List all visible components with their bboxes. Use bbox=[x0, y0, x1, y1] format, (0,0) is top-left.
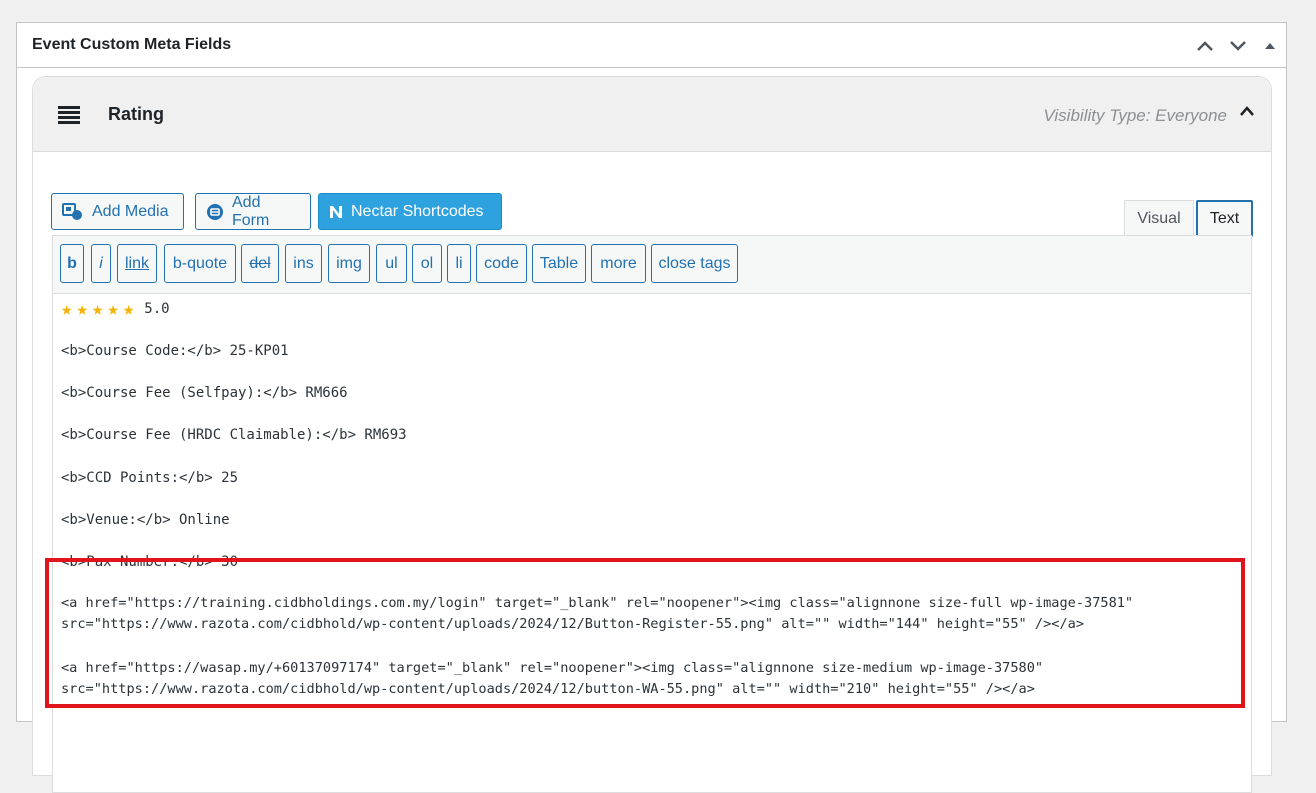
form-icon bbox=[206, 203, 224, 221]
qt-italic-button[interactable]: i bbox=[91, 244, 111, 283]
qt-blockquote-button[interactable]: b-quote bbox=[164, 244, 236, 283]
qt-code-button[interactable]: code bbox=[476, 244, 527, 283]
add-form-label: Add Form bbox=[232, 193, 270, 229]
qt-li-button[interactable]: li bbox=[447, 244, 471, 283]
meta-box-header: Event Custom Meta Fields bbox=[17, 23, 1286, 68]
qt-img-button[interactable]: img bbox=[328, 244, 370, 283]
content-line-fee-hrdc: <b>Course Fee (HRDC Claimable):</b> RM69… bbox=[61, 427, 407, 443]
qt-ul-button[interactable]: ul bbox=[376, 244, 407, 283]
add-media-button[interactable]: Add Media bbox=[51, 193, 184, 230]
move-down-button[interactable] bbox=[1226, 34, 1250, 58]
tab-visual[interactable]: Visual bbox=[1124, 200, 1194, 237]
visibility-type: Visibility Type: Everyone bbox=[1043, 106, 1227, 125]
chevron-up-icon bbox=[1197, 41, 1213, 51]
media-icon bbox=[62, 202, 84, 222]
quicktags-toolbar: b i link b-quote del ins img ul ol li co… bbox=[52, 235, 1252, 293]
drag-handle-icon[interactable] bbox=[58, 106, 80, 124]
meta-box-title: Event Custom Meta Fields bbox=[32, 36, 232, 53]
toggle-panel-button[interactable] bbox=[1258, 34, 1282, 58]
field-label: Rating bbox=[108, 104, 164, 124]
content-textarea[interactable]: ★ ★ ★ ★ ★ 5.0 <b>Course Code:</b> 25-KP0… bbox=[52, 293, 1252, 793]
qt-del-button[interactable]: del bbox=[241, 244, 279, 283]
star-rating: ★ ★ ★ ★ ★ 5.0 bbox=[61, 299, 170, 319]
add-media-label: Add Media bbox=[92, 202, 169, 220]
chevron-up-icon bbox=[1240, 106, 1254, 116]
tab-text[interactable]: Text bbox=[1196, 200, 1253, 237]
chevron-down-icon bbox=[1230, 41, 1246, 51]
field-header[interactable]: Rating Visibility Type: Everyone bbox=[33, 77, 1271, 152]
content-line-fee-selfpay: <b>Course Fee (Selfpay):</b> RM666 bbox=[61, 385, 348, 401]
qt-ins-button[interactable]: ins bbox=[285, 244, 322, 283]
content-line-course-code: <b>Course Code:</b> 25-KP01 bbox=[61, 343, 289, 359]
content-line-venue: <b>Venue:</b> Online bbox=[61, 512, 230, 528]
add-form-button[interactable]: Add Form bbox=[195, 193, 311, 230]
rating-value: 5.0 bbox=[144, 301, 170, 317]
star-icon: ★ bbox=[91, 298, 104, 320]
qt-table-button[interactable]: Table bbox=[532, 244, 586, 283]
nectar-shortcodes-label: Nectar Shortcodes bbox=[351, 202, 484, 220]
qt-link-button[interactable]: link bbox=[117, 244, 157, 283]
move-up-button[interactable] bbox=[1193, 34, 1217, 58]
caret-up-icon bbox=[1265, 43, 1275, 49]
nectar-shortcodes-button[interactable]: Nectar Shortcodes bbox=[318, 193, 502, 230]
qt-ol-button[interactable]: ol bbox=[412, 244, 442, 283]
content-line-ccd-points: <b>CCD Points:</b> 25 bbox=[61, 470, 239, 486]
star-icon: ★ bbox=[76, 298, 88, 320]
red-highlight-box bbox=[45, 558, 1245, 708]
star-icon: ★ bbox=[107, 298, 119, 320]
qt-bold-button[interactable]: b bbox=[60, 244, 84, 283]
qt-more-button[interactable]: more bbox=[591, 244, 646, 283]
star-icon: ★ bbox=[61, 298, 73, 320]
nectar-icon bbox=[329, 205, 343, 219]
collapse-field-button[interactable] bbox=[1239, 102, 1255, 121]
star-icon: ★ bbox=[122, 298, 135, 320]
qt-close-tags-button[interactable]: close tags bbox=[651, 244, 738, 283]
